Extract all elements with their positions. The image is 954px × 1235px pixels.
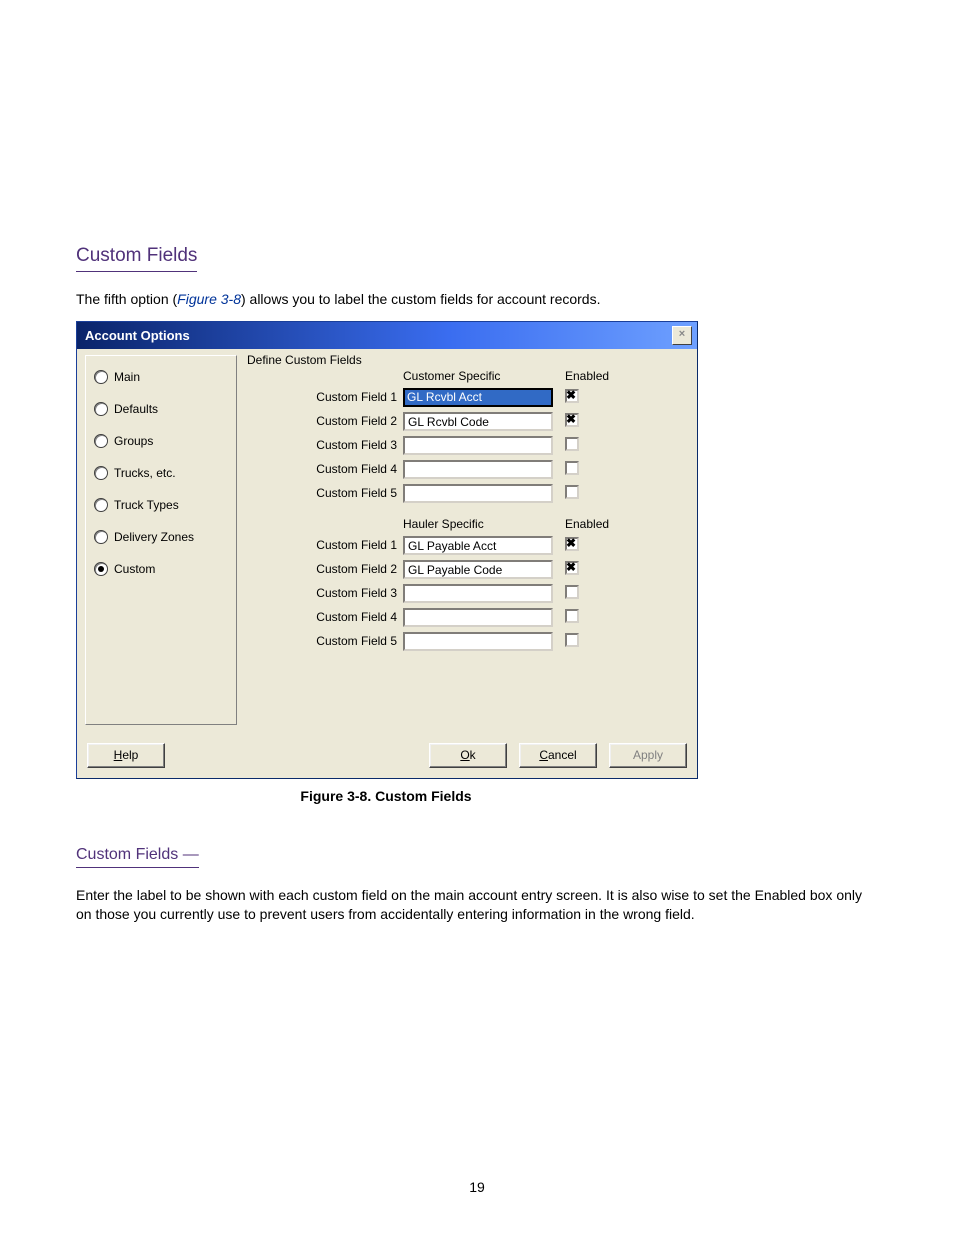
row-label: Custom Field 2 [299,562,397,576]
row-label: Custom Field 2 [299,414,397,428]
row-label: Custom Field 1 [299,390,397,404]
nav-label: Custom [114,562,155,576]
enabled-checkbox[interactable] [565,389,579,403]
nav-item-custom[interactable]: Custom [94,562,228,576]
intro-post: ) allows you to label the custom fields … [241,291,601,307]
hauler-field-3-input[interactable] [403,584,553,603]
enabled-checkbox[interactable] [565,537,579,551]
enabled-checkbox[interactable] [565,609,579,623]
subsection-heading: Custom Fields — [76,846,199,868]
row-label: Custom Field 5 [299,634,397,648]
col-header-enabled: Enabled [561,369,631,383]
enabled-checkbox[interactable] [565,585,579,599]
nav-item-truck-types[interactable]: Truck Types [94,498,228,512]
customer-section: Customer Specific Enabled Custom Field 1… [251,369,679,503]
nav-label: Defaults [114,402,158,416]
row-label: Custom Field 4 [299,610,397,624]
radio-icon [94,370,108,384]
intro-paragraph: The fifth option (Figure 3-8) allows you… [76,290,876,309]
enabled-checkbox[interactable] [565,437,579,451]
enabled-checkbox[interactable] [565,413,579,427]
help-button[interactable]: Help [87,743,165,768]
nav-label: Main [114,370,140,384]
account-options-dialog: Account Options × Main Defaults Groups [76,321,698,779]
section-heading: Custom Fields [76,245,197,272]
nav-panel: Main Defaults Groups Trucks, etc. [85,355,237,725]
nav-item-defaults[interactable]: Defaults [94,402,228,416]
nav-item-main[interactable]: Main [94,370,228,384]
trailing-paragraph: Enter the label to be shown with each cu… [76,886,876,924]
row-label: Custom Field 3 [299,438,397,452]
radio-icon [94,530,108,544]
radio-icon [94,402,108,416]
intro-pre: The fifth option ( [76,291,177,307]
custom-field-3-input[interactable] [403,436,553,455]
nav-item-trucks[interactable]: Trucks, etc. [94,466,228,480]
enabled-checkbox[interactable] [565,633,579,647]
hauler-field-4-input[interactable] [403,608,553,627]
hauler-section: Hauler Specific Enabled Custom Field 1 G… [251,517,679,651]
close-icon[interactable]: × [672,326,692,345]
custom-field-4-input[interactable] [403,460,553,479]
nav-label: Truck Types [114,498,179,512]
col-header-value: Hauler Specific [403,517,555,531]
radio-icon [94,562,108,576]
hauler-field-1-input[interactable]: GL Payable Acct [403,536,553,555]
apply-button[interactable]: Apply [609,743,687,768]
button-row: Help Ok Cancel Apply [77,735,697,778]
ok-button[interactable]: Ok [429,743,507,768]
custom-field-2-input[interactable]: GL Rcvbl Code [403,412,553,431]
groupbox-label: Define Custom Fields [247,353,364,367]
enabled-checkbox[interactable] [565,461,579,475]
dialog-title: Account Options [85,328,190,343]
row-label: Custom Field 1 [299,538,397,552]
page-number: 19 [0,1179,954,1195]
content-panel: Define Custom Fields Customer Specific E… [241,355,689,725]
cancel-button[interactable]: Cancel [519,743,597,768]
nav-item-groups[interactable]: Groups [94,434,228,448]
titlebar: Account Options × [77,322,697,349]
hauler-field-5-input[interactable] [403,632,553,651]
nav-label: Delivery Zones [114,530,194,544]
enabled-checkbox[interactable] [565,561,579,575]
figure-caption: Figure 3-8. Custom Fields [76,787,696,806]
col-header-value: Customer Specific [403,369,555,383]
nav-item-delivery-zones[interactable]: Delivery Zones [94,530,228,544]
custom-field-1-input[interactable]: GL Rcvbl Acct [403,388,553,407]
row-label: Custom Field 4 [299,462,397,476]
col-header-enabled: Enabled [561,517,631,531]
radio-icon [94,466,108,480]
row-label: Custom Field 5 [299,486,397,500]
nav-label: Groups [114,434,153,448]
radio-icon [94,498,108,512]
custom-field-5-input[interactable] [403,484,553,503]
nav-label: Trucks, etc. [114,466,176,480]
hauler-field-2-input[interactable]: GL Payable Code [403,560,553,579]
row-label: Custom Field 3 [299,586,397,600]
figure-ref-inline: Figure 3-8 [177,291,241,307]
radio-icon [94,434,108,448]
enabled-checkbox[interactable] [565,485,579,499]
